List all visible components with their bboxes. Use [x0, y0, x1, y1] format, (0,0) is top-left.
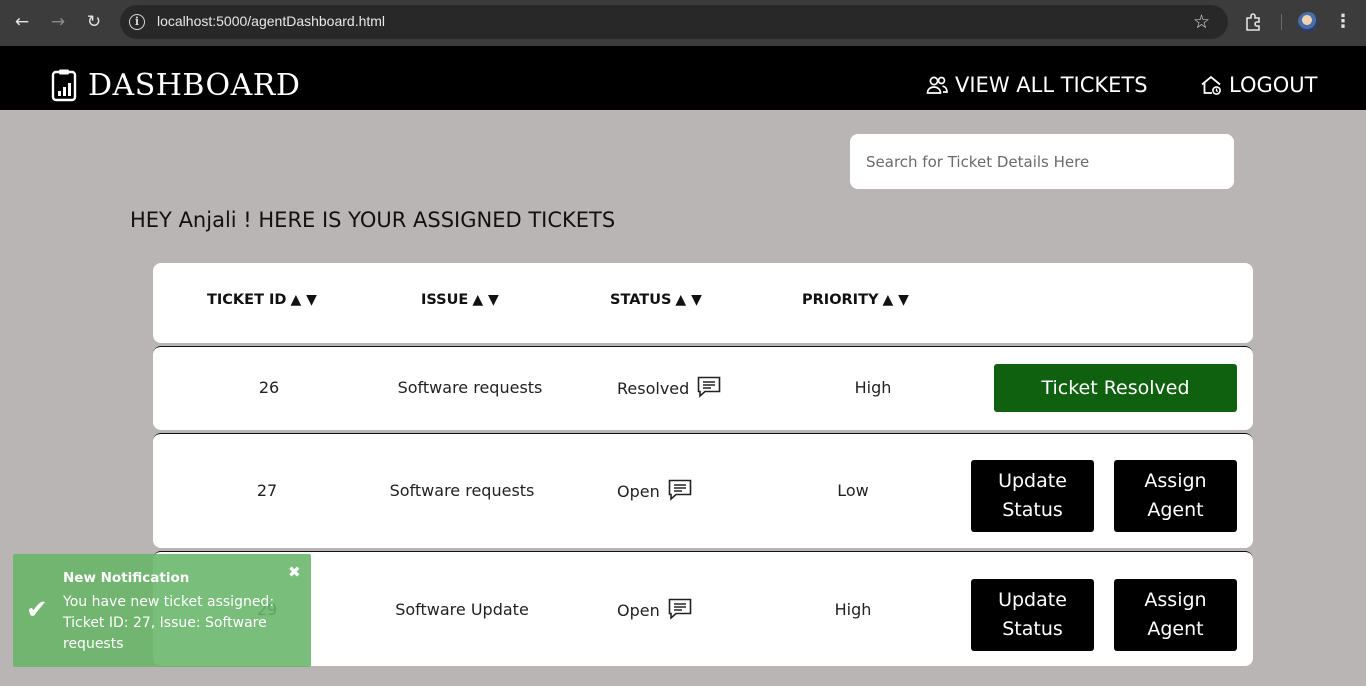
greeting-heading: HEY Anjali ! HERE IS YOUR ASSIGNED TICKE… [130, 208, 616, 232]
logout-label: LOGOUT [1229, 73, 1318, 97]
bookmark-star-icon[interactable]: ☆ [1193, 10, 1210, 34]
assign-agent-button[interactable]: Assign Agent [1114, 579, 1237, 651]
ticket-id-cell: 27 [256, 481, 278, 500]
status-cell: Open [617, 479, 692, 501]
sort-arrows-icon[interactable]: ▲ ▼ [675, 292, 701, 308]
ticket-search-input[interactable] [850, 134, 1234, 189]
ticket-resolved-button[interactable]: Ticket Resolved [994, 364, 1237, 412]
profile-avatar-icon[interactable] [1298, 12, 1318, 32]
status-cell: Open [617, 598, 692, 620]
column-ticket-id: TICKET ID ▲ ▼ [207, 292, 317, 308]
table-row: 27 Software requests Open Low Update Sta… [153, 433, 1253, 548]
notification-title: New Notification [63, 570, 190, 586]
priority-cell: Low [837, 481, 869, 500]
home-logout-icon [1201, 75, 1221, 95]
update-status-button[interactable]: Update Status [971, 460, 1094, 532]
sort-arrows-icon[interactable]: ▲ ▼ [882, 292, 908, 308]
reload-icon[interactable]: ↻ [83, 11, 105, 33]
notification-message: You have new ticket assigned: Ticket ID:… [63, 594, 275, 652]
priority-cell: High [834, 600, 872, 619]
table-row: 26 Software requests Resolved High Ticke… [153, 346, 1253, 430]
status-cell: Resolved [617, 376, 721, 398]
column-priority: PRIORITY ▲ ▼ [802, 292, 909, 308]
users-icon [926, 76, 948, 94]
table-row: 29 Software Update Open High Update Stat… [153, 551, 1253, 666]
update-status-button[interactable]: Update Status [971, 579, 1094, 651]
checkmark-icon: ✔ [26, 595, 48, 625]
column-label: TICKET ID [207, 292, 287, 308]
issue-cell: Software requests [397, 378, 543, 397]
status-text: Open [617, 601, 660, 620]
column-label: PRIORITY [802, 292, 879, 308]
extensions-icon[interactable] [1244, 12, 1264, 32]
site-info-icon[interactable]: i [129, 14, 145, 30]
column-label: ISSUE [421, 292, 469, 308]
issue-cell: Software Update [395, 600, 529, 619]
ticket-id-cell: 26 [258, 378, 280, 397]
brand-title: DASHBOARD [88, 68, 301, 103]
chat-bubble-icon[interactable] [668, 598, 692, 620]
priority-cell: High [854, 378, 892, 397]
kebab-menu-icon[interactable]: ⋮ [1334, 10, 1352, 34]
sort-arrows-icon[interactable]: ▲ ▼ [290, 292, 316, 308]
back-arrow-icon[interactable]: ← [11, 11, 33, 33]
close-icon[interactable]: ✖ [288, 563, 301, 581]
view-all-tickets-link[interactable]: VIEW ALL TICKETS [925, 71, 1148, 99]
clipboard-chart-icon [51, 69, 77, 102]
table-header: TICKET ID ▲ ▼ ISSUE ▲ ▼ STATUS ▲ ▼ PRIORITY… [153, 263, 1253, 343]
status-text: Open [617, 482, 660, 501]
column-label: STATUS [610, 292, 672, 308]
assign-agent-button[interactable]: Assign Agent [1114, 460, 1237, 532]
column-issue: ISSUE ▲ ▼ [421, 292, 499, 308]
view-all-tickets-label: VIEW ALL TICKETS [955, 73, 1148, 97]
logout-link[interactable]: LOGOUT [1199, 71, 1317, 99]
forward-arrow-icon[interactable]: → [47, 11, 69, 33]
sort-arrows-icon[interactable]: ▲ ▼ [472, 292, 498, 308]
issue-cell: Software requests [389, 481, 535, 500]
chat-bubble-icon[interactable] [668, 479, 692, 501]
toolbar-separator [1281, 14, 1282, 30]
url-text[interactable]: localhost:5000/agentDashboard.html [157, 13, 385, 29]
chat-bubble-icon[interactable] [697, 376, 721, 398]
column-status: STATUS ▲ ▼ [610, 292, 702, 308]
status-text: Resolved [617, 379, 690, 398]
